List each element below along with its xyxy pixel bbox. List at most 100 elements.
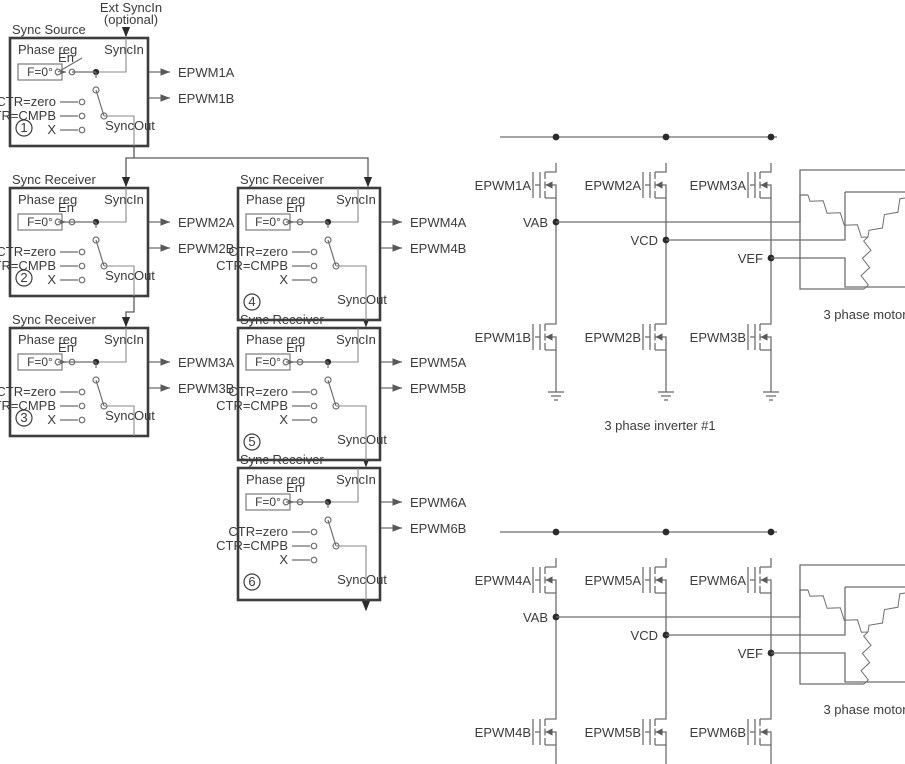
output-label-EPWM1A: EPWM1A [178, 65, 235, 80]
block-kind-label-4: Sync Receiver [240, 172, 324, 187]
en-label-3: En [58, 340, 74, 355]
syncout-label-6: SyncOut [337, 572, 387, 587]
mosfet-low-1-1-body-arrow [655, 333, 663, 341]
mosfet-high-1-2-body-arrow [760, 181, 768, 189]
sync-block-2[interactable]: Sync ReceiverPhase regF=0°SyncInEnCTR=ze… [0, 172, 155, 298]
mosfet-high-2-2-source-lead [760, 592, 772, 602]
dc-rail-node-2-1 [662, 528, 670, 536]
en-label-2: En [58, 200, 74, 215]
mosfet-gate-label-EPWM5A: EPWM5A [585, 573, 642, 588]
motor-lead-c-1 [771, 257, 905, 288]
sync-block-1[interactable]: Sync SourcePhase regF=0°SyncInEnCTR=zero… [0, 22, 155, 148]
mosfet-high-1-2-source-lead [760, 197, 772, 207]
ctr-zero-label-6: CTR=zero [228, 524, 288, 539]
mux-contact-ctr-cmpb-6[interactable] [310, 542, 318, 550]
sync-block-4[interactable]: Sync ReceiverPhase regF=0°SyncInEnCTR=ze… [216, 172, 387, 322]
mux-contact-ctr-zero-4[interactable] [310, 248, 318, 256]
block-number-5: 5 [248, 434, 255, 449]
mux-contact-x-option-2[interactable] [78, 276, 86, 284]
mux-contact-ctr-zero-6[interactable] [310, 528, 318, 536]
mosfet-high-2-0-body-arrow [545, 576, 553, 584]
ctr-zero-label-3: CTR=zero [0, 384, 56, 399]
dc-rail-node-2-2 [767, 528, 775, 536]
mux-contact-ctr-cmpb-1[interactable] [78, 112, 86, 120]
mux-contact-ctr-cmpb-4[interactable] [310, 262, 318, 270]
mosfet-low-1-2-source-lead [760, 349, 772, 359]
output-label-EPWM2B: EPWM2B [178, 241, 234, 256]
mosfet-high-2-1-drain-lead [655, 558, 667, 568]
phase-node-label-2-2: VEF [738, 646, 763, 661]
en-label-1: En [58, 50, 74, 65]
diagram-canvas: Sync Source Phase reg F=0° SyncIn En CTR=zero… [0, 0, 905, 764]
syncin-label-4: SyncIn [336, 192, 376, 207]
ctr-zero-label-5: CTR=zero [228, 384, 288, 399]
output-label-EPWM4A: EPWM4A [410, 215, 467, 230]
mux-contact-ctr-cmpb-5[interactable] [310, 402, 318, 410]
mux-contact-x-option-1[interactable] [78, 126, 86, 134]
motor-winding-b-1 [867, 197, 905, 238]
mosfet-gate-label-EPWM1B: EPWM1B [475, 330, 531, 345]
x-option-label-6: X [279, 552, 288, 567]
mux-contact-ctr-cmpb-3[interactable] [78, 402, 86, 410]
mosfet-low-1-0-source-lead [545, 349, 557, 359]
mux-contact-x-option-5[interactable] [310, 416, 318, 424]
sync-block-3[interactable]: Sync ReceiverPhase regF=0°SyncInEnCTR=ze… [0, 312, 155, 438]
wire-b1-to-b2-syncin [121, 157, 134, 188]
block-number-3: 3 [20, 410, 27, 425]
ext-syncin-label-line2: (optional) [104, 12, 158, 27]
mosfet-high-1-0-source-lead [545, 197, 557, 207]
x-option-label-2: X [47, 272, 56, 287]
block-kind-label-6: Sync Receiver [240, 452, 324, 467]
mux-contact-ctr-cmpb-2[interactable] [78, 262, 86, 270]
mux-contact-x-option-3[interactable] [78, 416, 86, 424]
mosfet-gate-label-EPWM3A: EPWM3A [690, 178, 747, 193]
mosfet-high-2-0-drain-lead [545, 558, 557, 568]
motor-winding-a-1 [807, 194, 869, 238]
ctr-cmpb-label-4: CTR=CMPB [216, 258, 288, 273]
syncin-label-6: SyncIn [336, 472, 376, 487]
phase-node-label-1-2: VEF [738, 251, 763, 266]
mux-contact-ctr-zero-3[interactable] [78, 388, 86, 396]
mosfet-gate-label-EPWM5B: EPWM5B [585, 725, 641, 740]
motor-winding-b-2 [867, 592, 905, 633]
mosfet-high-1-0 [535, 163, 557, 207]
mux-contact-x-option-6[interactable] [310, 556, 318, 564]
en-label-6: En [286, 480, 302, 495]
output-label-EPWM6A: EPWM6A [410, 495, 467, 510]
mux-contact-ctr-zero-1[interactable] [78, 98, 86, 106]
output-label-EPWM1B: EPWM1B [178, 91, 234, 106]
motor-winding-a-2 [807, 589, 869, 633]
motor-lead-c-2 [771, 652, 905, 683]
syncout-label-5: SyncOut [337, 432, 387, 447]
inverter-1 [500, 133, 905, 401]
mosfet-low-1-0-drain-lead [545, 315, 557, 325]
ctr-zero-label-2: CTR=zero [0, 244, 56, 259]
mosfet-low-2-1-source-lead [655, 744, 667, 754]
mosfet-low-1-0-body-arrow [545, 333, 553, 341]
syncin-label-3: SyncIn [104, 332, 144, 347]
mosfet-high-1-2-drain-lead [760, 163, 772, 173]
mosfet-low-2-2 [750, 710, 772, 754]
output-label-EPWM2A: EPWM2A [178, 215, 235, 230]
block-number-2: 2 [20, 270, 27, 285]
mosfet-low-1-2-body-arrow [760, 333, 768, 341]
syncin-label-5: SyncIn [336, 332, 376, 347]
motor-frame-2 [799, 589, 864, 685]
x-option-label-5: X [279, 412, 288, 427]
mosfet-low-2-1-body-arrow [655, 728, 663, 736]
syncin-label-2: SyncIn [104, 192, 144, 207]
mosfet-high-2-1-source-lead [655, 592, 667, 602]
inverter-caption-1: 3 phase inverter #1 [604, 418, 715, 433]
dc-rail-node-1-1 [662, 133, 670, 141]
mux-contact-ctr-zero-5[interactable] [310, 388, 318, 396]
syncin-label-1: SyncIn [104, 42, 144, 57]
sync-block-5[interactable]: Sync ReceiverPhase regF=0°SyncInEnCTR=ze… [216, 312, 387, 462]
output-label-EPWM6B: EPWM6B [410, 521, 466, 536]
mux-contact-x-option-4[interactable] [310, 276, 318, 284]
mux-contact-ctr-zero-2[interactable] [78, 248, 86, 256]
sync-block-6[interactable]: Sync ReceiverPhase regF=0°SyncInEnCTR=ze… [216, 452, 387, 602]
phase-reg-value-3: F=0° [27, 355, 53, 369]
mosfet-gate-label-EPWM1A: EPWM1A [475, 178, 532, 193]
motor-lead-b-2 [666, 587, 846, 636]
output-label-EPWM3A: EPWM3A [178, 355, 235, 370]
